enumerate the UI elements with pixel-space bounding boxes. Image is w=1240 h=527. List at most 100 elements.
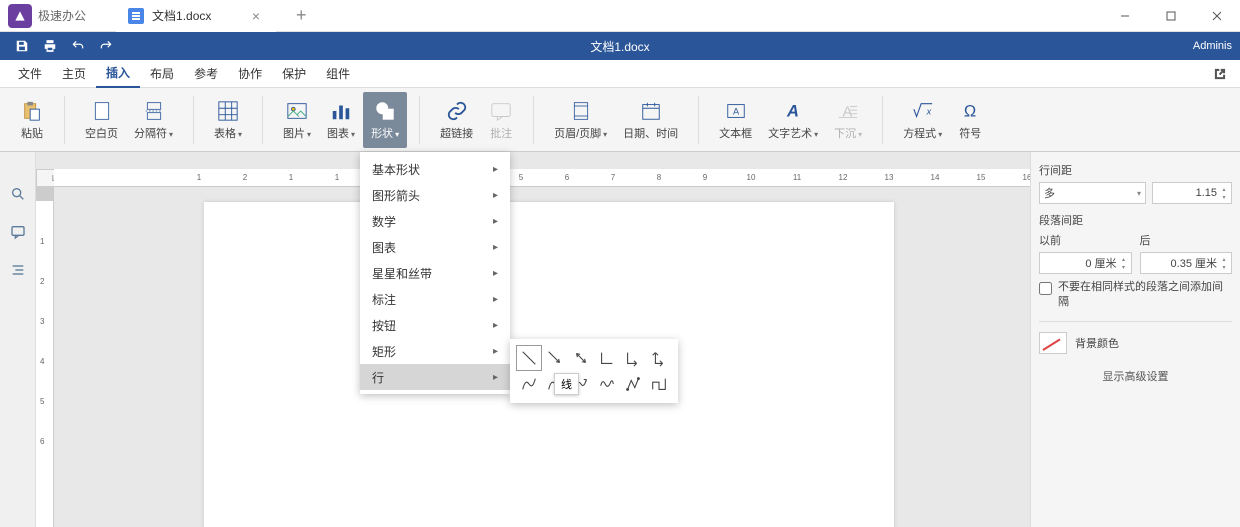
dropcap-button: A 下沉▾ [826, 92, 870, 148]
before-label: 以前 [1039, 232, 1132, 248]
symbol-icon: Ω [958, 99, 982, 123]
after-label: 后 [1140, 232, 1233, 248]
paste-icon [20, 99, 44, 123]
spinner-down[interactable]: ▾ [1219, 193, 1229, 201]
tab-component[interactable]: 组件 [316, 60, 360, 88]
line-spacing-label: 行间距 [1039, 162, 1232, 178]
horizontal-ruler[interactable]: 1 2 1 1 2 3 4 5 6 7 8 9 10 11 12 13 14 1… [54, 169, 1030, 187]
line-shape-elbow-arrow[interactable] [620, 345, 646, 371]
before-input[interactable]: 0 厘米 ▴▾ [1039, 252, 1132, 274]
redo-button[interactable] [92, 32, 120, 60]
bg-color-label: 背景颜色 [1075, 335, 1119, 351]
ribbon: 粘贴 空白页 分隔符▾ 表格▾ 图片▾ 图表▾ 形状▾ [0, 88, 1240, 152]
svg-text:A: A [786, 102, 799, 120]
tab-home[interactable]: 主页 [52, 60, 96, 88]
line-spacing-type-select[interactable]: 多 ▾ [1039, 182, 1146, 204]
dropcap-icon: A [836, 99, 860, 123]
image-button[interactable]: 图片▾ [275, 92, 319, 148]
tab-layout[interactable]: 布局 [140, 60, 184, 88]
tab-protect[interactable]: 保护 [272, 60, 316, 88]
doc-icon [128, 8, 144, 24]
date-time-button[interactable]: 日期、时间 [615, 92, 686, 148]
menu-basic-shapes[interactable]: 基本形状▸ [360, 156, 510, 182]
line-shape-scribble[interactable] [594, 371, 620, 397]
table-button[interactable]: 表格▾ [206, 92, 250, 148]
app-name: 极速办公 [38, 7, 86, 24]
menu-math[interactable]: 数学▸ [360, 208, 510, 234]
vertical-ruler[interactable]: 1 2 3 4 5 6 [36, 187, 54, 527]
menu-rectangles[interactable]: 矩形▸ [360, 338, 510, 364]
headings-tool[interactable] [8, 260, 28, 280]
paste-button[interactable]: 粘贴 [12, 92, 52, 148]
wordart-icon: A [781, 99, 805, 123]
tab-file[interactable]: 文件 [8, 60, 52, 88]
comments-tool[interactable] [8, 222, 28, 242]
blank-page-icon [90, 99, 114, 123]
left-toolbar [0, 152, 36, 527]
table-icon [216, 99, 240, 123]
bg-color-swatch[interactable] [1039, 332, 1067, 354]
svg-text:x: x [925, 106, 931, 116]
equation-button[interactable]: x 方程式▾ [895, 92, 950, 148]
chart-button[interactable]: 图表▾ [319, 92, 363, 148]
document-tab[interactable]: 文档1.docx × [116, 0, 276, 32]
menu-tabs: 文件 主页 插入 布局 参考 协作 保护 组件 [0, 60, 1240, 88]
separator-button[interactable]: 分隔符▾ [126, 92, 181, 148]
no-spacing-checkbox-row: 不要在相同样式的段落之间添加间隔 [1039, 280, 1232, 311]
shape-button[interactable]: 形状▾ [363, 92, 407, 148]
line-shape-elbow-double-arrow[interactable] [646, 345, 672, 371]
new-tab-button[interactable]: + [288, 5, 315, 26]
close-button[interactable] [1194, 0, 1240, 32]
header-footer-button[interactable]: 页眉/页脚▾ [546, 92, 615, 148]
blank-page-button[interactable]: 空白页 [77, 92, 126, 148]
tab-reference[interactable]: 参考 [184, 60, 228, 88]
hyperlink-icon [445, 99, 469, 123]
svg-text:A: A [733, 106, 740, 116]
line-shape-polyline[interactable] [646, 371, 672, 397]
calendar-icon [639, 99, 663, 123]
line-shape-freeform[interactable] [620, 371, 646, 397]
comment-button: 批注 [481, 92, 521, 148]
tab-collab[interactable]: 协作 [228, 60, 272, 88]
line-spacing-value-input[interactable]: 1.15 ▴▾ [1152, 182, 1232, 204]
chart-icon [329, 99, 353, 123]
hyperlink-button[interactable]: 超链接 [432, 92, 481, 148]
save-button[interactable] [8, 32, 36, 60]
line-shape-curve[interactable] [516, 371, 542, 397]
titlebar: 极速办公 文档1.docx × + [0, 0, 1240, 32]
textbox-button[interactable]: A 文本框 [711, 92, 760, 148]
open-location-button[interactable] [1208, 62, 1232, 86]
user-label: Adminis [1193, 40, 1232, 52]
tab-label: 文档1.docx [152, 7, 211, 24]
search-tool[interactable] [8, 184, 28, 204]
minimize-button[interactable] [1102, 0, 1148, 32]
symbol-button[interactable]: Ω 符号 [950, 92, 990, 148]
menu-block-arrows[interactable]: 图形箭头▸ [360, 182, 510, 208]
tab-insert[interactable]: 插入 [96, 60, 140, 88]
maximize-button[interactable] [1148, 0, 1194, 32]
menu-buttons[interactable]: 按钮▸ [360, 312, 510, 338]
doc-title: 文档1.docx [590, 38, 649, 55]
advanced-settings-link[interactable]: 显示高级设置 [1039, 368, 1232, 384]
spinner-up[interactable]: ▴ [1219, 185, 1229, 193]
line-shape-elbow[interactable] [594, 345, 620, 371]
shape-icon [373, 99, 397, 123]
no-spacing-checkbox[interactable] [1039, 282, 1052, 295]
undo-button[interactable] [64, 32, 92, 60]
tab-close-button[interactable]: × [248, 8, 264, 24]
line-shape-straight[interactable] [516, 345, 542, 371]
svg-text:Ω: Ω [964, 102, 976, 120]
separator-icon [142, 99, 166, 123]
image-icon [285, 99, 309, 123]
after-input[interactable]: 0.35 厘米 ▴▾ [1140, 252, 1233, 274]
line-shape-arrow[interactable] [542, 345, 568, 371]
wordart-button[interactable]: A 文字艺术▾ [760, 92, 826, 148]
menu-stars-ribbons[interactable]: 星星和丝带▸ [360, 260, 510, 286]
print-button[interactable] [36, 32, 64, 60]
textbox-icon: A [724, 99, 748, 123]
menu-lines[interactable]: 行▸ [360, 364, 510, 390]
menu-callouts[interactable]: 标注▸ [360, 286, 510, 312]
line-shape-double-arrow[interactable] [568, 345, 594, 371]
window-controls [1102, 0, 1240, 32]
menu-charts[interactable]: 图表▸ [360, 234, 510, 260]
